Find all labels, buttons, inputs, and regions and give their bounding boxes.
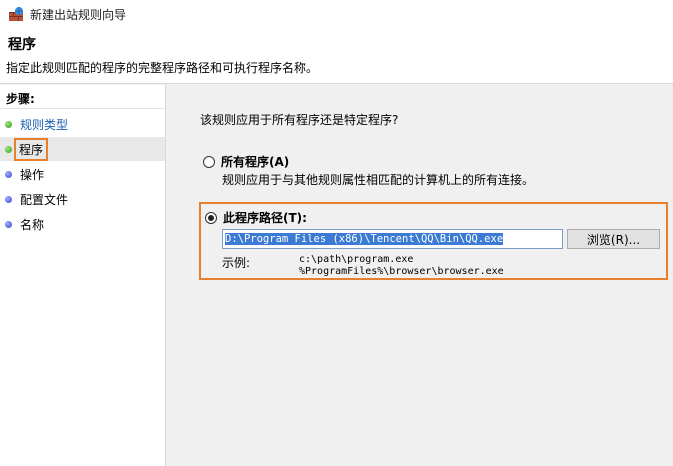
all-programs-option[interactable]: 所有程序(A) bbox=[203, 153, 289, 170]
steps-sidebar: 步骤: 规则类型 程序 操作 配置文件 名称 bbox=[0, 85, 166, 466]
step-action: 操作 bbox=[0, 162, 165, 186]
scope-question: 该规则应用于所有程序还是特定程序? bbox=[200, 113, 399, 127]
steps-label: 步骤: bbox=[0, 85, 165, 109]
program-path-group: 此程序路径(T): D:\Program Files (x86)\Tencent… bbox=[199, 202, 668, 280]
step-done-icon bbox=[5, 120, 12, 128]
step-pending-icon bbox=[5, 220, 12, 228]
window-title: 新建出站规则向导 bbox=[30, 7, 127, 22]
example-label: 示例: bbox=[222, 256, 251, 270]
wizard-header: 程序 指定此规则匹配的程序的完整程序路径和可执行程序名称。 bbox=[0, 28, 673, 84]
step-label: 操作 bbox=[20, 167, 45, 182]
program-path-label: 此程序路径(T): bbox=[223, 211, 307, 225]
step-current-icon bbox=[5, 145, 12, 153]
firewall-wizard-icon bbox=[9, 7, 23, 21]
step-profile: 配置文件 bbox=[0, 187, 165, 211]
program-path-input[interactable]: D:\Program Files (x86)\Tencent\QQ\Bin\QQ… bbox=[222, 229, 563, 249]
step-pending-icon bbox=[5, 170, 12, 178]
program-path-radio[interactable] bbox=[205, 211, 217, 224]
title-bar: 新建出站规则向导 bbox=[0, 0, 673, 28]
program-path-option[interactable]: 此程序路径(T): bbox=[205, 209, 307, 226]
step-label: 配置文件 bbox=[20, 192, 69, 207]
step-name: 名称 bbox=[0, 212, 165, 236]
all-programs-label: 所有程序(A) bbox=[221, 155, 290, 169]
page-subtitle: 指定此规则匹配的程序的完整程序路径和可执行程序名称。 bbox=[6, 61, 319, 75]
all-programs-description: 规则应用于与其他规则属性相匹配的计算机上的所有连接。 bbox=[222, 173, 535, 187]
example-paths: c:\path\program.exe %ProgramFiles%\brows… bbox=[299, 254, 504, 278]
step-pending-icon bbox=[5, 195, 12, 203]
step-program[interactable]: 程序 bbox=[0, 137, 165, 161]
step-label: 程序 bbox=[14, 137, 49, 161]
main-panel: 该规则应用于所有程序还是特定程序? 所有程序(A) 规则应用于与其他规则属性相匹… bbox=[167, 85, 673, 466]
example-path-1: c:\path\program.exe bbox=[299, 254, 414, 265]
step-label: 规则类型 bbox=[20, 117, 69, 132]
step-label: 名称 bbox=[20, 217, 45, 232]
browse-button[interactable]: 浏览(R)... bbox=[567, 229, 660, 249]
page-title: 程序 bbox=[8, 37, 36, 53]
step-rule-type[interactable]: 规则类型 bbox=[0, 112, 165, 136]
example-path-2: %ProgramFiles%\browser\browser.exe bbox=[299, 266, 504, 277]
all-programs-radio[interactable] bbox=[203, 155, 215, 168]
program-path-value: D:\Program Files (x86)\Tencent\QQ\Bin\QQ… bbox=[225, 233, 504, 245]
